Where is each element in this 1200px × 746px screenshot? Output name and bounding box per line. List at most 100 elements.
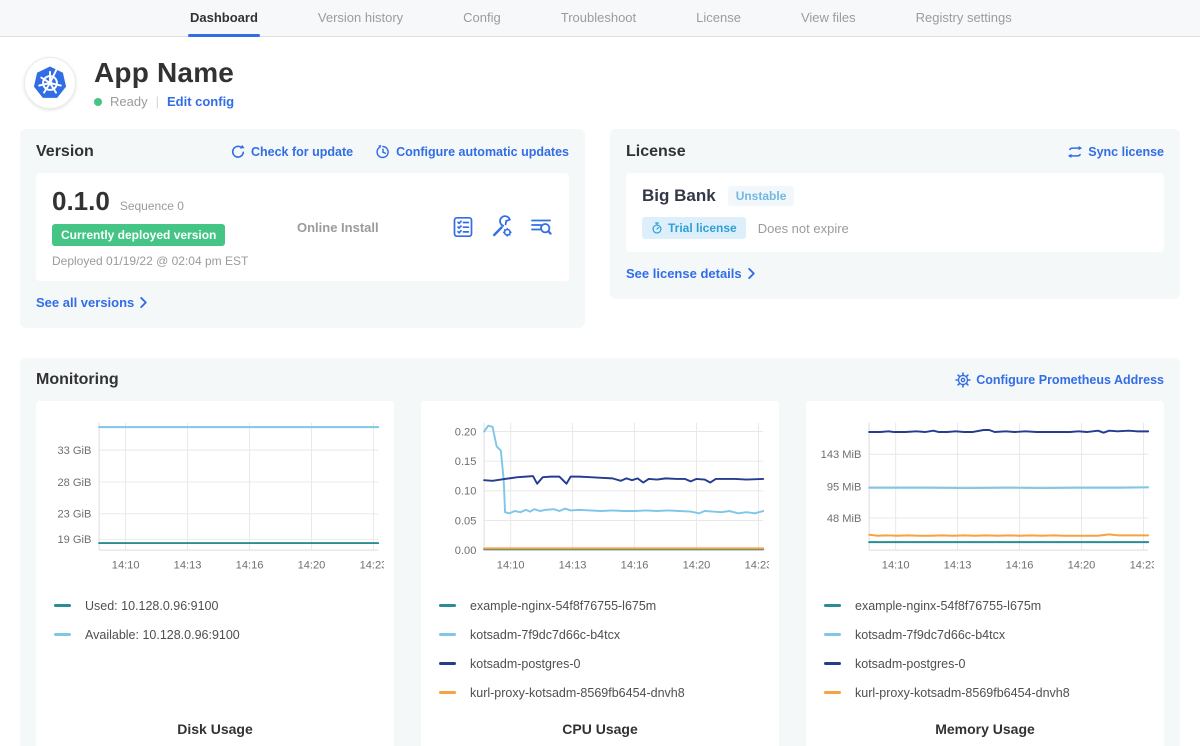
svg-text:95 MiB: 95 MiB [827,481,862,493]
legend-swatch [824,662,841,665]
legend-item: kotsadm-7f9dc7d66c-b4tcx [824,620,1146,649]
legend-swatch [824,633,841,636]
svg-text:14:16: 14:16 [236,559,264,571]
top-nav: Dashboard Version history Config Troublesho… [0,0,1200,37]
svg-text:48 MiB: 48 MiB [827,513,862,525]
memory-usage-chart: 14:10 14:13 14:16 14:20 14:23 143 MiB 95 MiB 48… [816,413,1154,575]
chevron-right-icon [139,297,148,308]
tab-registry-settings[interactable]: Registry settings [914,10,1014,36]
refresh-icon [230,144,246,160]
svg-text:0.00: 0.00 [455,545,477,557]
see-all-versions-link[interactable]: See all versions [36,295,148,310]
see-license-details-link[interactable]: See license details [626,266,756,281]
legend-item: kurl-proxy-kotsadm-8569fb6454-dnvh8 [824,678,1146,707]
memory-usage-legend: example-nginx-54f8f76755-l675mkotsadm-7f… [816,591,1154,707]
disk-usage-card: 14:1014:1314:1614:2014:2333 GiB28 GiB23 … [36,401,394,746]
svg-text:14:16: 14:16 [1006,559,1034,571]
svg-text:0.05: 0.05 [455,515,477,527]
expiry-label: Does not expire [758,221,849,236]
svg-text:0.10: 0.10 [455,486,477,498]
channel-badge: Unstable [728,186,795,206]
legend-item: kotsadm-7f9dc7d66c-b4tcx [439,620,761,649]
disk-usage-chart: 14:1014:1314:1614:2014:2333 GiB28 GiB23 … [46,413,384,575]
tab-troubleshoot[interactable]: Troubleshoot [559,10,638,36]
edit-config-link[interactable]: Edit config [167,94,234,109]
tab-license[interactable]: License [694,10,743,36]
preflight-checks-icon[interactable] [451,215,475,239]
legend-item: kurl-proxy-kotsadm-8569fb6454-dnvh8 [439,678,761,707]
install-type-label: Online Install [297,220,451,235]
license-card-title: License [626,143,686,161]
disk-usage-title: Disk Usage [46,707,384,737]
legend-item: Used: 10.128.0.96:9100 [54,591,376,620]
svg-text:14:10: 14:10 [112,559,140,571]
svg-text:28 GiB: 28 GiB [57,477,91,489]
app-header: App Name Ready | Edit config [0,37,1200,121]
svg-text:14:10: 14:10 [882,559,910,571]
memory-usage-card: 14:10 14:13 14:16 14:20 14:23 143 MiB 95 MiB 48… [806,401,1164,746]
legend-swatch [439,604,456,607]
deploy-logs-icon[interactable] [529,215,553,239]
legend-swatch [824,691,841,694]
disk-usage-legend: Used: 10.128.0.96:9100Available: 10.128.… [46,591,384,649]
svg-text:14:20: 14:20 [683,559,711,571]
check-for-update-button[interactable]: Check for update [230,144,353,160]
legend-item: kotsadm-postgres-0 [824,649,1146,678]
stopwatch-icon [651,222,663,234]
legend-swatch [54,633,71,636]
license-details: Big Bank Unstable Trial license Does not… [626,173,1164,252]
monitoring-section: Monitoring Configure Prometheus Address … [20,358,1180,746]
svg-text:14:20: 14:20 [298,559,326,571]
svg-text:33 GiB: 33 GiB [57,445,91,457]
sync-license-button[interactable]: Sync license [1067,144,1164,160]
legend-swatch [439,691,456,694]
version-card-title: Version [36,143,94,161]
sync-icon [1067,144,1083,160]
legend-item: Available: 10.128.0.96:9100 [54,620,376,649]
sequence-label: Sequence 0 [120,199,184,213]
cpu-usage-title: CPU Usage [431,707,769,737]
legend-item: example-nginx-54f8f76755-l675m [824,591,1146,620]
svg-text:14:10: 14:10 [497,559,525,571]
svg-text:143 MiB: 143 MiB [821,449,862,461]
legend-swatch [439,633,456,636]
svg-text:14:23: 14:23 [360,559,384,571]
version-number: 0.1.0 [52,186,110,217]
svg-text:0.20: 0.20 [455,426,477,438]
tab-view-files[interactable]: View files [799,10,858,36]
tab-version-history[interactable]: Version history [316,10,405,36]
chevron-right-icon [747,268,756,279]
svg-text:14:20: 14:20 [1068,559,1096,571]
license-card: License Sync license Big Bank Unstable [610,129,1180,299]
svg-text:0.15: 0.15 [455,456,477,468]
svg-text:19 GiB: 19 GiB [57,534,91,546]
svg-text:14:16: 14:16 [621,559,649,571]
memory-usage-title: Memory Usage [816,707,1154,737]
deployed-badge: Currently deployed version [52,224,225,246]
clock-refresh-icon [375,144,391,160]
cpu-usage-card: 14:10 14:13 14:16 14:20 14:23 0.20 0.15 0.10 0.0… [421,401,779,746]
svg-text:14:13: 14:13 [559,559,587,571]
status-badge: Ready [110,94,148,109]
customer-name: Big Bank [642,186,716,206]
deployed-timestamp: Deployed 01/19/22 @ 02:04 pm EST [52,254,297,268]
cpu-usage-legend: example-nginx-54f8f76755-l675mkotsadm-7f… [431,591,769,707]
monitoring-title: Monitoring [36,371,119,389]
kubernetes-icon [32,65,68,101]
configure-automatic-updates-button[interactable]: Configure automatic updates [375,144,569,160]
license-type-badge: Trial license [642,217,746,239]
svg-text:14:23: 14:23 [1130,559,1154,571]
legend-swatch [439,662,456,665]
configure-prometheus-button[interactable]: Configure Prometheus Address [955,372,1164,388]
gear-icon [955,372,971,388]
tab-dashboard[interactable]: Dashboard [188,10,260,36]
svg-text:14:23: 14:23 [745,559,769,571]
svg-text:14:13: 14:13 [174,559,202,571]
app-logo [24,57,76,109]
legend-swatch [824,604,841,607]
tab-config[interactable]: Config [461,10,503,36]
status-dot [94,98,102,106]
version-card: Version Check for update [20,129,585,328]
svg-text:14:13: 14:13 [944,559,972,571]
config-wrench-icon[interactable] [490,215,514,239]
